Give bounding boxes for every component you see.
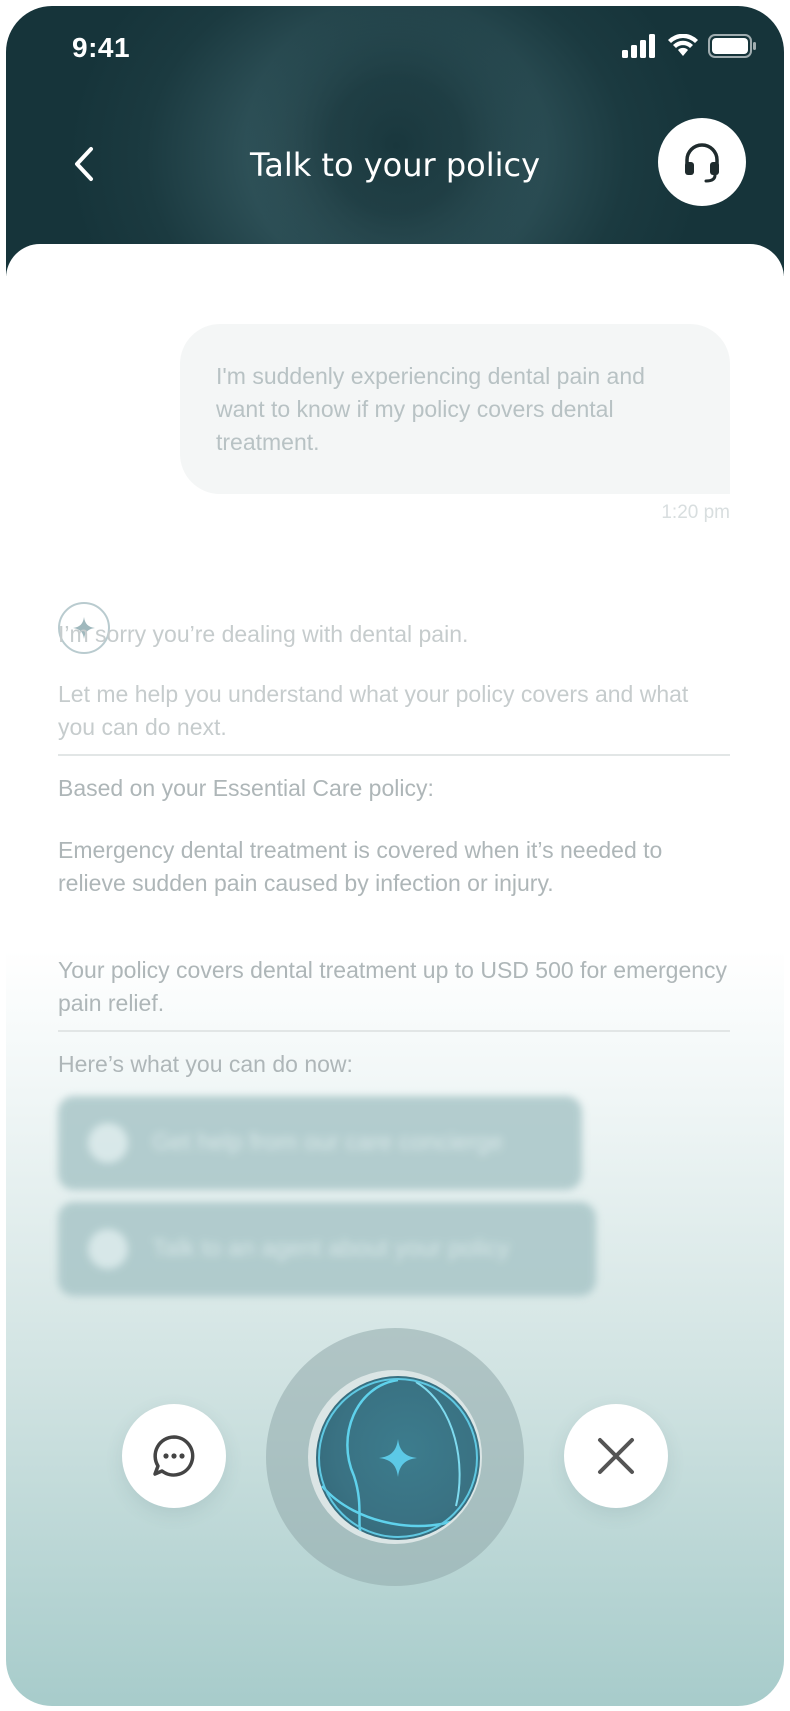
assistant-intro: I’m sorry you’re dealing with dental pai… <box>58 621 469 647</box>
assistant-help: Let me help you understand what your pol… <box>58 681 689 740</box>
assistant-next-steps: Here’s what you can do now: <box>58 1051 353 1077</box>
wifi-icon <box>668 34 698 56</box>
assistant-coverage: Emergency dental treatment is covered wh… <box>58 837 663 896</box>
action-label: Get help from our care concierge <box>152 1129 503 1156</box>
headset-icon <box>88 1229 128 1269</box>
close-button[interactable] <box>564 1404 668 1508</box>
signal-icon <box>622 34 655 58</box>
sparkle-icon <box>379 1439 417 1477</box>
action-label: Talk to an agent about your policy <box>152 1235 510 1262</box>
voice-button[interactable] <box>316 1376 480 1540</box>
battery-icon <box>708 34 756 58</box>
status-icons <box>622 34 756 58</box>
headset-icon <box>685 143 719 183</box>
header: 9:41 Talk to your policy <box>6 6 784 276</box>
user-message-text: I'm suddenly experiencing dental pain an… <box>216 363 645 455</box>
phone-screen: 9:41 Talk to your policy I'm suddenly ex… <box>6 6 784 1706</box>
assistant-limit: Your policy covers dental treatment up t… <box>58 957 728 1016</box>
status-time: 9:41 <box>72 32 131 63</box>
assistant-based-on: Based on your Essential Care policy: <box>58 775 434 801</box>
divider <box>58 1030 730 1032</box>
divider <box>58 754 730 756</box>
concierge-action-card[interactable]: Get help from our care concierge <box>58 1096 582 1190</box>
user-message-time: 1:20 pm <box>661 502 730 523</box>
support-button[interactable] <box>658 118 746 206</box>
chat-heart-icon <box>88 1123 128 1163</box>
chat-button[interactable] <box>122 1404 226 1508</box>
close-icon <box>598 1438 634 1474</box>
agent-action-card[interactable]: Talk to an agent about your policy <box>58 1202 596 1296</box>
chat-bubble-icon <box>153 1435 195 1477</box>
user-message-bubble: I'm suddenly experiencing dental pain an… <box>180 324 730 494</box>
